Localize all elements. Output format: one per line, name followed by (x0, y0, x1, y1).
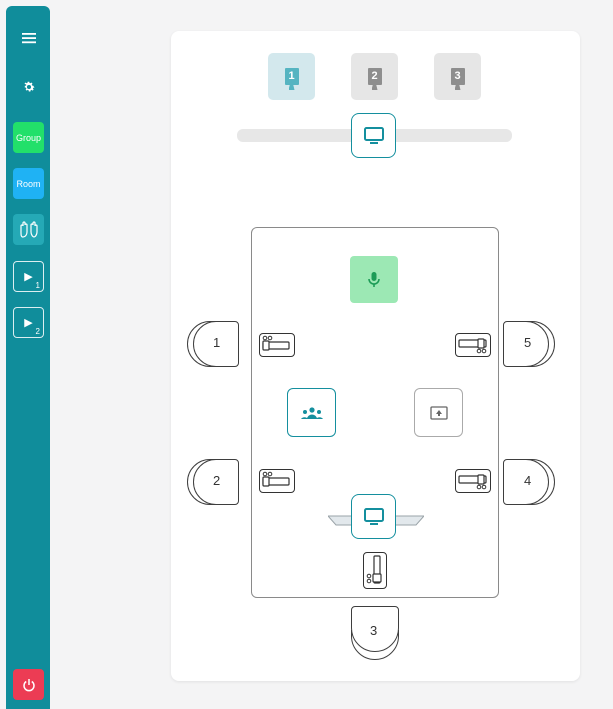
microphone-icon (368, 271, 380, 287)
seat-2[interactable]: 2 (187, 459, 239, 505)
play-preset-2-button[interactable]: ▶ 2 (13, 307, 44, 338)
slider-controller-icon (458, 474, 487, 490)
people-group-button[interactable] (287, 388, 336, 437)
screen-share-button[interactable] (414, 388, 463, 437)
display-1-button[interactable]: 1 (268, 53, 315, 100)
display-icon: 1 (284, 68, 299, 85)
seat-3[interactable]: 3 (351, 606, 399, 660)
play-icon: ▶ (24, 271, 33, 283)
raised-hands-button[interactable] (13, 214, 44, 245)
room-button[interactable]: Room (13, 168, 44, 199)
seat-3-controller[interactable] (363, 552, 387, 589)
room-layout-card: 1 2 3 1 2 5 4 3 (171, 31, 580, 681)
display-icon: 2 (367, 68, 382, 85)
seat-number: 4 (524, 473, 532, 488)
power-icon (22, 678, 35, 691)
slider-controller-icon (458, 338, 487, 354)
seat-number: 2 (213, 473, 221, 488)
play-preset-number: 1 (35, 281, 40, 290)
seat-number: 3 (370, 623, 378, 638)
seat-number: 1 (213, 335, 221, 350)
seat-4[interactable]: 4 (503, 459, 555, 505)
microphone-button[interactable] (350, 256, 398, 303)
seat-5-controller[interactable] (455, 333, 491, 357)
display-icon: 3 (450, 68, 465, 85)
power-button[interactable] (13, 669, 44, 700)
seat-number: 5 (524, 335, 532, 350)
slider-controller-icon (366, 555, 382, 584)
raised-hands-icon (19, 220, 38, 238)
slider-controller-icon (262, 471, 290, 487)
people-group-icon (300, 406, 323, 419)
seat-4-controller[interactable] (455, 469, 491, 493)
main-monitor-button[interactable] (351, 113, 396, 158)
group-label: Group (15, 132, 41, 143)
monitor-icon (363, 507, 384, 525)
display-2-button[interactable]: 2 (351, 53, 398, 100)
play-preset-1-button[interactable]: ▶ 1 (13, 261, 44, 292)
table-monitor-button[interactable] (351, 494, 396, 539)
room-label: Room (16, 178, 41, 189)
seat-1-controller[interactable] (259, 333, 295, 357)
seat-1[interactable]: 1 (187, 321, 239, 367)
settings-gear-icon[interactable] (13, 76, 44, 98)
play-icon: ▶ (24, 317, 33, 329)
screen-share-icon (429, 405, 448, 420)
sidebar: Group Room ▶ 1 ▶ 2 (6, 6, 50, 709)
monitor-icon (363, 126, 384, 144)
seat-2-controller[interactable] (259, 469, 295, 493)
display-3-button[interactable]: 3 (434, 53, 481, 100)
menu-icon[interactable] (13, 28, 44, 48)
seat-5[interactable]: 5 (503, 321, 555, 367)
slider-controller-icon (262, 335, 290, 351)
group-button[interactable]: Group (13, 122, 44, 153)
play-preset-number: 2 (35, 327, 40, 336)
